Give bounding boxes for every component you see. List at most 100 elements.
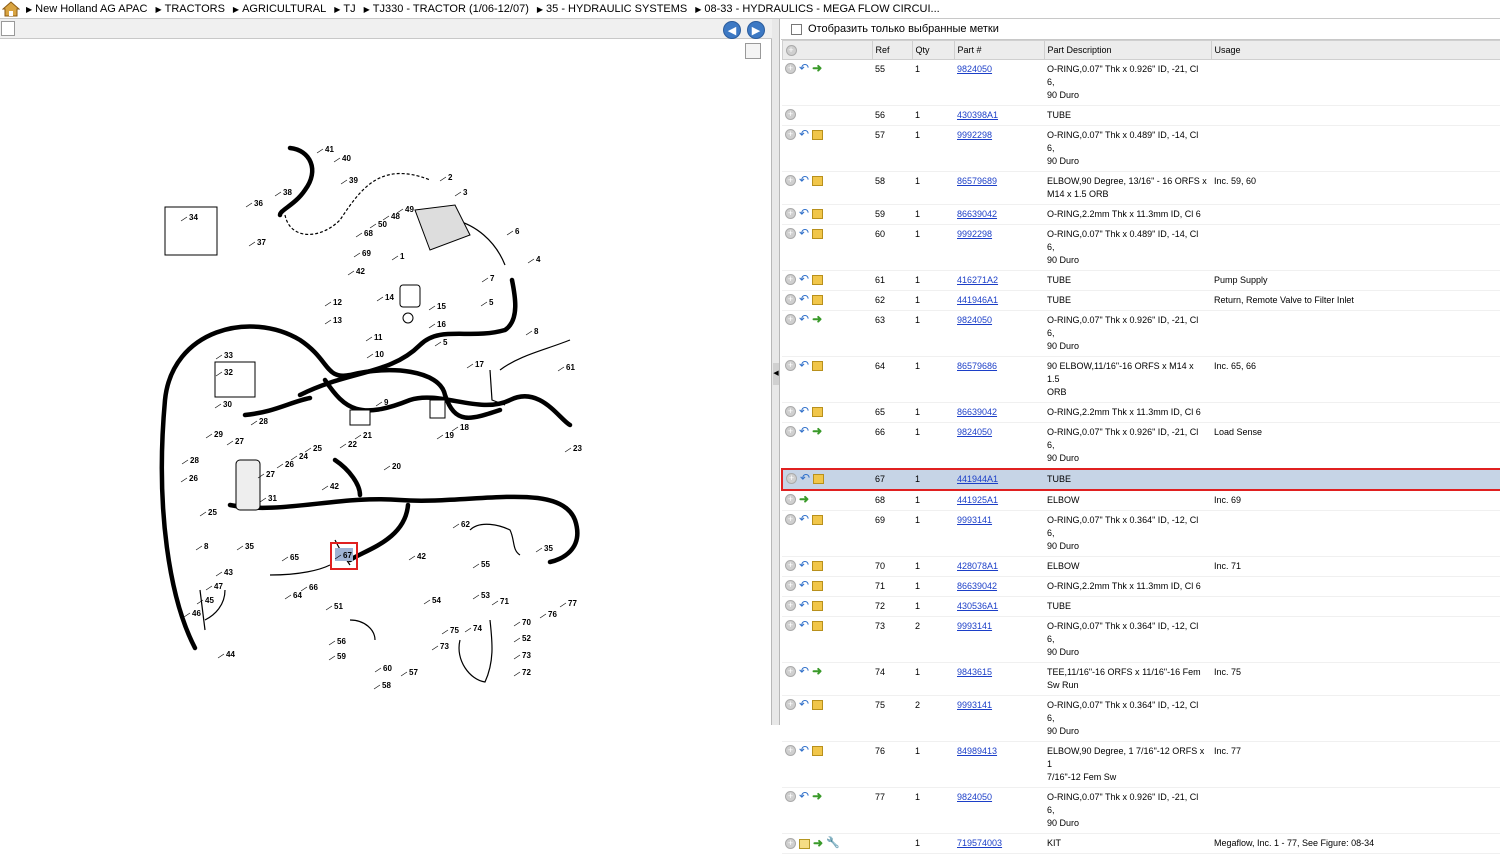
- callout-70[interactable]: 70: [522, 618, 531, 627]
- table-row[interactable]: + ↶ ➜ 74 1 9843615 TEE,11/16"-16 ORFS x 11/16"…: [782, 662, 1500, 696]
- header-part[interactable]: Part #: [953, 40, 1045, 60]
- part-number-link[interactable]: 9993141: [957, 515, 992, 525]
- callout-10[interactable]: 10: [375, 350, 384, 359]
- expand-icon[interactable]: +: [785, 600, 796, 611]
- callout-3[interactable]: 3: [463, 188, 468, 197]
- table-row[interactable]: + ↶ 73 2 9993141 O-RING,0.07" Thk x 0.364" ID…: [782, 616, 1500, 663]
- callout-30[interactable]: 30: [223, 400, 232, 409]
- back-arrow-icon[interactable]: ↶: [799, 790, 809, 802]
- callout-13[interactable]: 13: [333, 316, 342, 325]
- table-row[interactable]: + ↶ 60 1 9992298 O-RING,0.07" Thk x 0.489" ID…: [782, 224, 1500, 271]
- header-ref[interactable]: Ref: [871, 40, 913, 60]
- callout-73[interactable]: 73: [440, 642, 449, 651]
- expand-icon[interactable]: +: [785, 228, 796, 239]
- callout-72[interactable]: 72: [522, 668, 531, 677]
- callout-47[interactable]: 47: [214, 582, 223, 591]
- package-icon[interactable]: [812, 129, 824, 140]
- back-arrow-icon[interactable]: ↶: [799, 207, 809, 219]
- forward-arrow-icon[interactable]: ➜: [799, 493, 809, 505]
- toggle-panel-icon[interactable]: [1, 21, 15, 36]
- expand-icon[interactable]: +: [785, 406, 796, 417]
- book-icon[interactable]: [799, 838, 810, 849]
- breadcrumb-item[interactable]: ▶ AGRICULTURAL: [233, 3, 326, 15]
- callout-43[interactable]: 43: [224, 568, 233, 577]
- expand-icon[interactable]: +: [785, 560, 796, 571]
- part-number-link[interactable]: 719574003: [957, 838, 1002, 848]
- callout-29[interactable]: 29: [214, 430, 223, 439]
- table-row[interactable]: + ↶ 59 1 86639042 O-RING,2.2mm Thk x 11.3mm I…: [782, 204, 1500, 225]
- package-icon[interactable]: [812, 294, 824, 305]
- expand-icon[interactable]: +: [785, 514, 796, 525]
- part-number-link[interactable]: 86639042: [957, 407, 997, 417]
- callout-74[interactable]: 74: [473, 624, 482, 633]
- table-row[interactable]: + ➜ 🔧 1 719574003 KIT Megaflow, Inc. 1 - 77, S…: [782, 833, 1500, 854]
- callout-35[interactable]: 35: [245, 542, 254, 551]
- part-number-link[interactable]: 9824050: [957, 315, 992, 325]
- callout-42[interactable]: 42: [330, 482, 339, 491]
- callout-51[interactable]: 51: [334, 602, 343, 611]
- expand-icon[interactable]: +: [785, 360, 796, 371]
- callout-76[interactable]: 76: [548, 610, 557, 619]
- callout-26[interactable]: 26: [189, 474, 198, 483]
- package-icon[interactable]: [812, 699, 824, 710]
- header-description[interactable]: Part Description: [1043, 40, 1212, 60]
- part-number-link[interactable]: 441946A1: [957, 295, 998, 305]
- table-row[interactable]: + ↶ 69 1 9993141 O-RING,0.07" Thk x 0.364" ID…: [782, 510, 1500, 557]
- home-icon[interactable]: [2, 1, 20, 17]
- expand-icon[interactable]: +: [785, 314, 796, 325]
- forward-arrow-icon[interactable]: ➜: [812, 425, 822, 437]
- expand-icon[interactable]: +: [786, 473, 797, 484]
- callout-1[interactable]: 1: [400, 252, 405, 261]
- callout-23[interactable]: 23: [573, 444, 582, 453]
- callout-8[interactable]: 8: [204, 542, 209, 551]
- header-qty[interactable]: Qty: [911, 40, 955, 60]
- callout-66[interactable]: 66: [309, 583, 318, 592]
- callout-44[interactable]: 44: [226, 650, 235, 659]
- expand-icon[interactable]: +: [785, 274, 796, 285]
- back-arrow-icon[interactable]: ↶: [799, 599, 809, 611]
- package-icon[interactable]: [812, 175, 824, 186]
- back-arrow-icon[interactable]: ↶: [799, 579, 809, 591]
- callout-20[interactable]: 20: [392, 462, 401, 471]
- part-number-link[interactable]: 430536A1: [957, 601, 998, 611]
- pane-splitter[interactable]: ◀: [772, 19, 780, 725]
- table-row[interactable]: + ↶ 61 1 416271A2 TUBE Pump Supply: [782, 270, 1500, 291]
- package-icon[interactable]: [812, 228, 824, 239]
- package-icon[interactable]: [812, 560, 824, 571]
- callout-27[interactable]: 27: [266, 470, 275, 479]
- callout-42[interactable]: 42: [356, 267, 365, 276]
- expand-icon[interactable]: +: [785, 620, 796, 631]
- callout-64[interactable]: 64: [293, 591, 302, 600]
- package-icon[interactable]: [812, 514, 824, 525]
- callout-7[interactable]: 7: [490, 274, 495, 283]
- back-arrow-icon[interactable]: ↶: [799, 425, 809, 437]
- back-arrow-icon[interactable]: ↶: [799, 174, 809, 186]
- part-number-link[interactable]: 9843615: [957, 667, 992, 677]
- callout-40[interactable]: 40: [342, 154, 351, 163]
- filter-checkbox[interactable]: [791, 23, 802, 35]
- callout-68[interactable]: 68: [364, 229, 373, 238]
- callout-27[interactable]: 27: [235, 437, 244, 446]
- table-row[interactable]: + ↶ 65 1 86639042 O-RING,2.2mm Thk x 11.3mm I…: [782, 402, 1500, 423]
- package-icon[interactable]: [812, 208, 824, 219]
- back-arrow-icon[interactable]: ↶: [799, 744, 809, 756]
- callout-57[interactable]: 57: [409, 668, 418, 677]
- callout-36[interactable]: 36: [254, 199, 263, 208]
- callout-39[interactable]: 39: [349, 176, 358, 185]
- table-row[interactable]: + ↶ 76 1 84989413 ELBOW,90 Degree, 1 7/16"-12…: [782, 741, 1500, 788]
- callout-60[interactable]: 60: [383, 664, 392, 673]
- package-icon[interactable]: [812, 745, 824, 756]
- package-icon[interactable]: [812, 274, 824, 285]
- package-icon[interactable]: [812, 600, 824, 611]
- package-icon[interactable]: [812, 580, 824, 591]
- part-number-link[interactable]: 86639042: [957, 581, 997, 591]
- forward-arrow-icon[interactable]: ➜: [812, 790, 822, 802]
- breadcrumb-item[interactable]: ▶ TJ: [334, 3, 355, 15]
- callout-55[interactable]: 55: [481, 560, 490, 569]
- callout-38[interactable]: 38: [283, 188, 292, 197]
- callout-28[interactable]: 28: [190, 456, 199, 465]
- table-row[interactable]: + ↶ 58 1 86579689 ELBOW,90 Degree, 13/16" - 1…: [782, 171, 1500, 205]
- callout-5[interactable]: 5: [489, 298, 494, 307]
- callout-54[interactable]: 54: [432, 596, 441, 605]
- callout-19[interactable]: 19: [445, 431, 454, 440]
